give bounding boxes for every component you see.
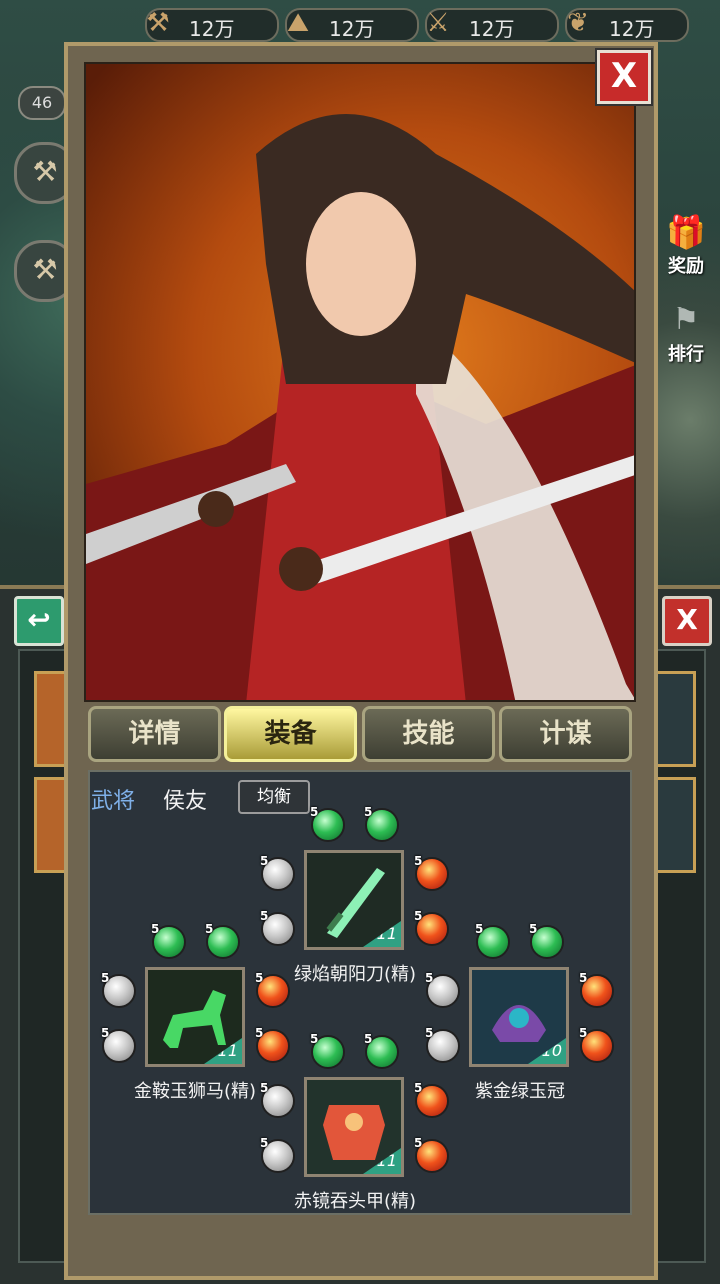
gem-white[interactable]: 5 bbox=[101, 1026, 136, 1063]
gem-white[interactable]: 5 bbox=[260, 909, 295, 946]
helmet-slot[interactable]: 10 bbox=[469, 967, 569, 1067]
gem-red[interactable]: 5 bbox=[255, 1026, 290, 1063]
gem-white[interactable]: 5 bbox=[101, 971, 136, 1008]
gem-level: 5 bbox=[255, 971, 264, 985]
gem-level: 5 bbox=[260, 854, 269, 868]
general-portrait bbox=[84, 62, 636, 702]
tab-details[interactable]: 详情 bbox=[88, 706, 221, 762]
stone-icon: ⛰ bbox=[287, 8, 309, 38]
gem-level: 5 bbox=[579, 1026, 588, 1040]
rank-button[interactable]: ⚑ 排行 bbox=[658, 300, 714, 370]
armor-name: 赤镜吞头甲(精) bbox=[293, 1191, 417, 1212]
gem-white[interactable]: 5 bbox=[260, 854, 295, 891]
back-button[interactable]: ↩ bbox=[14, 596, 64, 646]
resource-value: 12万 bbox=[329, 17, 375, 41]
mount-slot[interactable]: 11 bbox=[145, 967, 245, 1067]
armor-slot[interactable]: 11 bbox=[304, 1077, 404, 1177]
resource-grain: ❦ 12万 bbox=[565, 8, 689, 42]
tab-equipment[interactable]: 装备 bbox=[224, 706, 357, 762]
gem-level: 5 bbox=[579, 971, 588, 985]
gem-green[interactable]: 5 bbox=[364, 805, 399, 842]
gem-level: 5 bbox=[414, 1081, 423, 1095]
gem-level: 5 bbox=[310, 1032, 319, 1046]
gem-level: 5 bbox=[310, 805, 319, 819]
gem-level: 5 bbox=[101, 1026, 110, 1040]
gem-white[interactable]: 5 bbox=[425, 971, 460, 1008]
reward-button[interactable]: 🎁 奖励 bbox=[658, 212, 714, 282]
close-underlying-button[interactable]: X bbox=[662, 596, 712, 646]
gem-level: 5 bbox=[260, 1081, 269, 1095]
gem-green[interactable]: 5 bbox=[364, 1032, 399, 1069]
gem-green[interactable]: 5 bbox=[205, 922, 240, 959]
gem-level: 5 bbox=[260, 909, 269, 923]
gem-green[interactable]: 5 bbox=[310, 1032, 345, 1069]
gem-white[interactable]: 5 bbox=[260, 1081, 295, 1118]
gem-level: 5 bbox=[414, 1136, 423, 1150]
gem-red[interactable]: 5 bbox=[414, 1081, 449, 1118]
resource-bar: ⚒ 12万 ⛰ 12万 ⚔ 12万 ❦ 12万 bbox=[0, 0, 720, 46]
iron-icon: ⚔ bbox=[426, 8, 450, 38]
gem-level: 5 bbox=[364, 1032, 373, 1046]
gem-level: 5 bbox=[425, 971, 434, 985]
gem-green[interactable]: 5 bbox=[529, 922, 564, 959]
gem-level: 5 bbox=[425, 1026, 434, 1040]
gem-red[interactable]: 5 bbox=[414, 909, 449, 946]
gem-green[interactable]: 5 bbox=[151, 922, 186, 959]
general-label: 武将 bbox=[91, 789, 136, 814]
tab-strategy[interactable]: 计谋 bbox=[499, 706, 632, 762]
general-name: 侯友 bbox=[163, 789, 208, 814]
gem-white[interactable]: 5 bbox=[260, 1136, 295, 1173]
resource-value: 12万 bbox=[469, 17, 515, 41]
weapon-slot[interactable]: 11 bbox=[304, 850, 404, 950]
gem-green[interactable]: 5 bbox=[310, 805, 345, 842]
gem-level: 5 bbox=[260, 1136, 269, 1150]
gem-level: 5 bbox=[414, 854, 423, 868]
timber-icon: ⚒ bbox=[146, 8, 170, 38]
gem-green[interactable]: 5 bbox=[475, 922, 510, 959]
close-button[interactable]: X bbox=[597, 50, 651, 104]
rank-label: 排行 bbox=[668, 344, 704, 365]
resource-iron: ⚔ 12万 bbox=[425, 8, 559, 42]
gem-red[interactable]: 5 bbox=[255, 971, 290, 1008]
gem-level: 5 bbox=[475, 922, 484, 936]
grain-icon: ❦ bbox=[567, 8, 589, 38]
helmet-name: 紫金绿玉冠 bbox=[475, 1081, 565, 1102]
gem-red[interactable]: 5 bbox=[414, 1136, 449, 1173]
gem-level: 5 bbox=[255, 1026, 264, 1040]
player-level-badge: 46 bbox=[18, 86, 66, 120]
resource-value: 12万 bbox=[189, 17, 235, 41]
gem-white[interactable]: 5 bbox=[425, 1026, 460, 1063]
tab-skills[interactable]: 技能 bbox=[362, 706, 495, 762]
gem-level: 5 bbox=[529, 922, 538, 936]
gem-level: 5 bbox=[364, 805, 373, 819]
gem-level: 5 bbox=[414, 909, 423, 923]
portrait-illustration bbox=[86, 114, 634, 700]
gem-level: 5 bbox=[101, 971, 110, 985]
resource-timber: ⚒ 12万 bbox=[145, 8, 279, 42]
gift-icon: 🎁 bbox=[666, 213, 706, 251]
reward-label: 奖励 bbox=[668, 256, 704, 277]
build-icon: ⚒ bbox=[32, 253, 58, 286]
hammer-icon: ⚒ bbox=[32, 155, 58, 188]
gem-level: 5 bbox=[151, 922, 160, 936]
resource-stone: ⛰ 12万 bbox=[285, 8, 419, 42]
gem-red[interactable]: 5 bbox=[414, 854, 449, 891]
gem-level: 5 bbox=[205, 922, 214, 936]
general-type-badge: 均衡 bbox=[238, 780, 310, 814]
gem-red[interactable]: 5 bbox=[579, 971, 614, 1008]
gem-red[interactable]: 5 bbox=[579, 1026, 614, 1063]
rank-icon: ⚑ bbox=[672, 302, 700, 337]
resource-value: 12万 bbox=[609, 17, 655, 41]
